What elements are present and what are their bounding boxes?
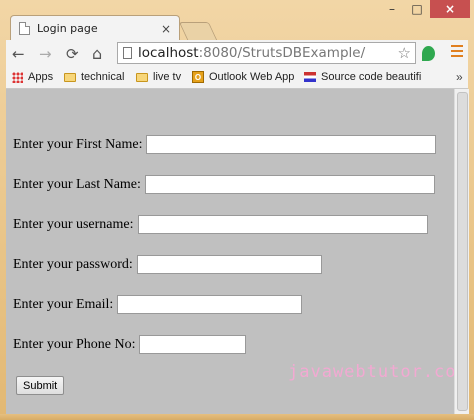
window-bottom-edge (0, 414, 474, 420)
page-icon (19, 22, 30, 35)
email-field[interactable] (117, 295, 303, 314)
scrollbar-thumb[interactable] (457, 92, 468, 411)
reload-icon[interactable]: ⟳ (66, 44, 79, 64)
home-icon[interactable]: ⌂ (92, 44, 102, 64)
vertical-scrollbar[interactable] (454, 89, 469, 414)
flag-icon (304, 72, 316, 82)
minimize-button[interactable]: – (380, 0, 404, 18)
tab-title: Login page (37, 22, 98, 35)
tab-close-icon[interactable]: × (161, 22, 171, 36)
password-label: Enter your password: (13, 256, 133, 272)
bookmark-label: technical (81, 71, 125, 83)
address-bar[interactable]: localhost:8080/StrutsDBExample/ ☆ (117, 42, 416, 64)
username-label: Enter your username: (13, 216, 134, 232)
first-name-row: Enter your First Name: (13, 135, 437, 154)
page-content: Enter your First Name: Enter your Last N… (6, 89, 467, 414)
bookmark-star-icon[interactable]: ☆ (398, 44, 411, 62)
browser-window: Login page × – □ × ← → ⟳ ⌂ localhost:808… (0, 0, 474, 420)
email-label: Enter your Email: (13, 296, 114, 312)
tab-login-page[interactable]: Login page × (10, 15, 180, 41)
watermark-text: javawebtutor.com (288, 362, 468, 382)
password-field[interactable] (136, 255, 322, 274)
maximize-button[interactable]: □ (405, 0, 429, 18)
extension-icon[interactable] (422, 46, 435, 61)
bookmark-apps[interactable]: Apps (12, 71, 53, 83)
bookmark-label: Apps (28, 71, 54, 83)
forward-arrow-icon[interactable]: → (39, 44, 52, 64)
bookmark-source-code[interactable]: Source code beautifi (304, 71, 421, 83)
bookmark-outlook[interactable]: O Outlook Web App (192, 71, 294, 83)
email-row: Enter your Email: (13, 295, 303, 314)
bookmark-label: Source code beautifi (321, 71, 422, 83)
page-icon (123, 47, 132, 59)
apps-grid-icon (12, 71, 23, 83)
password-row: Enter your password: (13, 255, 322, 274)
last-name-field[interactable] (144, 175, 435, 194)
menu-icon[interactable] (451, 45, 463, 60)
first-name-label: Enter your First Name: (13, 136, 143, 152)
username-field[interactable] (137, 215, 428, 234)
bookmark-label: live tv (153, 71, 182, 83)
bookmarks-bar: Apps technical live tv O Outlook Web App… (6, 68, 468, 89)
folder-icon (136, 72, 148, 82)
close-window-button[interactable]: × (430, 0, 470, 18)
folder-icon (64, 72, 76, 82)
browser-toolbar: ← → ⟳ ⌂ localhost:8080/StrutsDBExample/ … (6, 40, 468, 68)
outlook-icon: O (192, 71, 204, 83)
new-tab-button[interactable] (178, 22, 218, 40)
username-row: Enter your username: (13, 215, 428, 234)
last-name-row: Enter your Last Name: (13, 175, 435, 194)
more-bookmarks-icon[interactable]: » (456, 70, 463, 84)
submit-button[interactable]: Submit (16, 376, 65, 395)
first-name-field[interactable] (146, 135, 437, 154)
phone-field[interactable] (139, 335, 247, 354)
bookmark-technical[interactable]: technical (64, 71, 124, 83)
back-arrow-icon[interactable]: ← (12, 44, 25, 64)
last-name-label: Enter your Last Name: (13, 176, 141, 192)
bookmark-live-tv[interactable]: live tv (136, 71, 181, 83)
bookmark-label: Outlook Web App (209, 71, 295, 83)
phone-label: Enter your Phone No: (13, 336, 136, 352)
url-text: localhost:8080/StrutsDBExample/ (138, 45, 366, 61)
phone-row: Enter your Phone No: (13, 335, 247, 354)
